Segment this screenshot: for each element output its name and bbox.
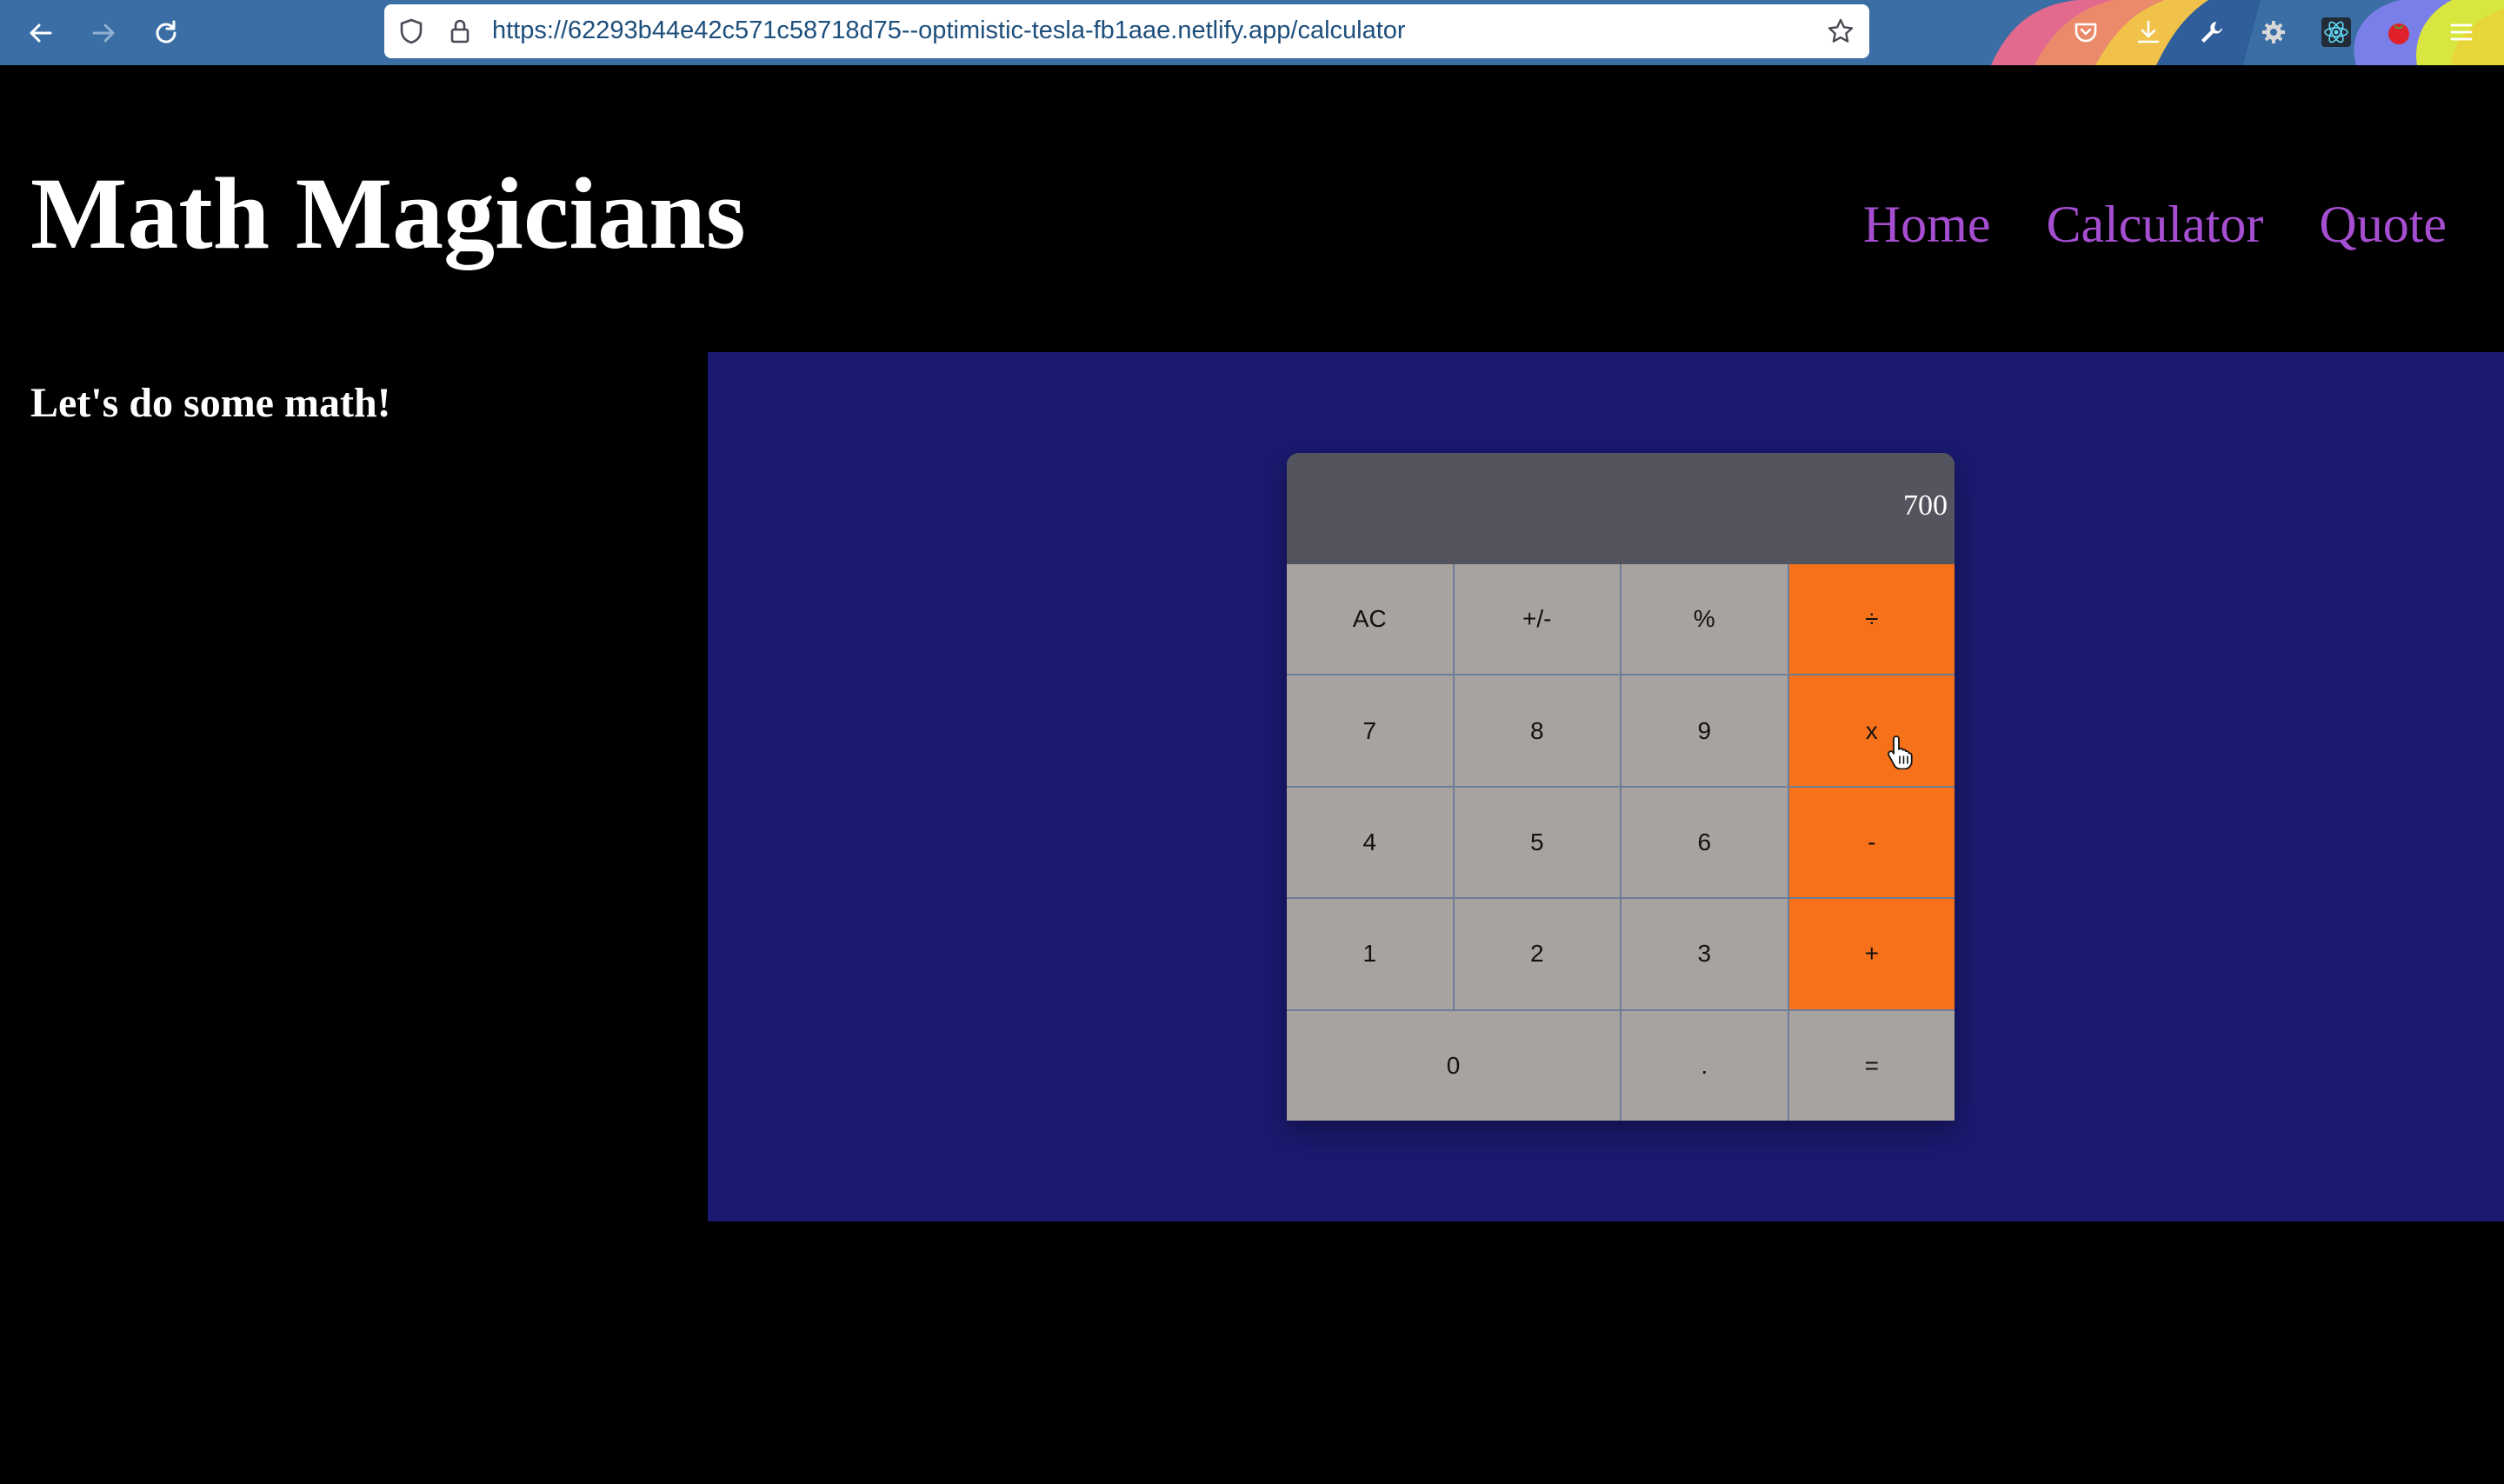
key-percent[interactable]: % [1622,564,1788,675]
main-nav: Home Calculator Quote [1863,198,2447,250]
back-arrow-icon[interactable] [19,11,63,55]
key-0[interactable]: 0 [1287,1010,1620,1121]
menu-icon[interactable] [2443,14,2480,50]
calculator: 700 AC +/- % ÷ 7 8 9 x 4 5 6 - 1 2 3 + 0 [1287,453,1955,1121]
browser-theme-artwork [1982,0,2504,65]
star-icon[interactable] [1826,17,1855,46]
download-icon[interactable] [2130,14,2167,50]
address-bar[interactable]: https://62293b44e42c571c58718d75--optimi… [384,4,1869,58]
key-8[interactable]: 8 [1454,675,1620,786]
nav-link-quote[interactable]: Quote [2319,198,2447,250]
calculator-display: 700 [1287,453,1955,564]
tomato-icon[interactable] [2381,14,2417,50]
react-icon[interactable] [2318,14,2354,50]
calculator-panel: 700 AC +/- % ÷ 7 8 9 x 4 5 6 - 1 2 3 + 0 [708,352,2504,1221]
nav-link-home[interactable]: Home [1863,198,1991,250]
browser-toolbar: https://62293b44e42c571c58718d75--optimi… [0,0,2504,65]
key-3[interactable]: 3 [1622,899,1788,1009]
forward-arrow-icon[interactable] [82,11,125,55]
page-tagline: Let's do some math! [30,380,391,426]
key-toggle-sign[interactable]: +/- [1454,564,1620,675]
key-subtract[interactable]: - [1788,787,1955,898]
key-5[interactable]: 5 [1454,787,1620,898]
calculator-keypad: AC +/- % ÷ 7 8 9 x 4 5 6 - 1 2 3 + 0 . = [1287,564,1955,1121]
nav-link-calculator[interactable]: Calculator [2046,198,2263,250]
key-2[interactable]: 2 [1454,899,1620,1009]
key-equals[interactable]: = [1788,1010,1955,1121]
site-title: Math Magicians [30,156,746,270]
key-decimal[interactable]: . [1622,1010,1788,1121]
key-1[interactable]: 1 [1287,899,1453,1009]
tracking-shield-icon[interactable] [396,17,426,46]
key-6[interactable]: 6 [1622,787,1788,898]
key-multiply[interactable]: x [1788,675,1955,786]
key-add[interactable]: + [1788,899,1955,1009]
key-7[interactable]: 7 [1287,675,1453,786]
wrench-icon[interactable] [2193,14,2229,50]
key-divide[interactable]: ÷ [1788,564,1955,675]
url-text[interactable]: https://62293b44e42c571c58718d75--optimi… [492,17,1406,45]
key-clear[interactable]: AC [1287,564,1453,675]
page: Math Magicians Home Calculator Quote Let… [0,65,2504,1484]
gear-icon[interactable] [2255,14,2292,50]
key-9[interactable]: 9 [1622,675,1788,786]
key-4[interactable]: 4 [1287,787,1453,898]
pocket-icon[interactable] [2068,14,2104,50]
display-value: 700 [1903,489,1948,522]
lock-icon[interactable] [445,17,475,46]
reload-icon[interactable] [144,11,188,55]
